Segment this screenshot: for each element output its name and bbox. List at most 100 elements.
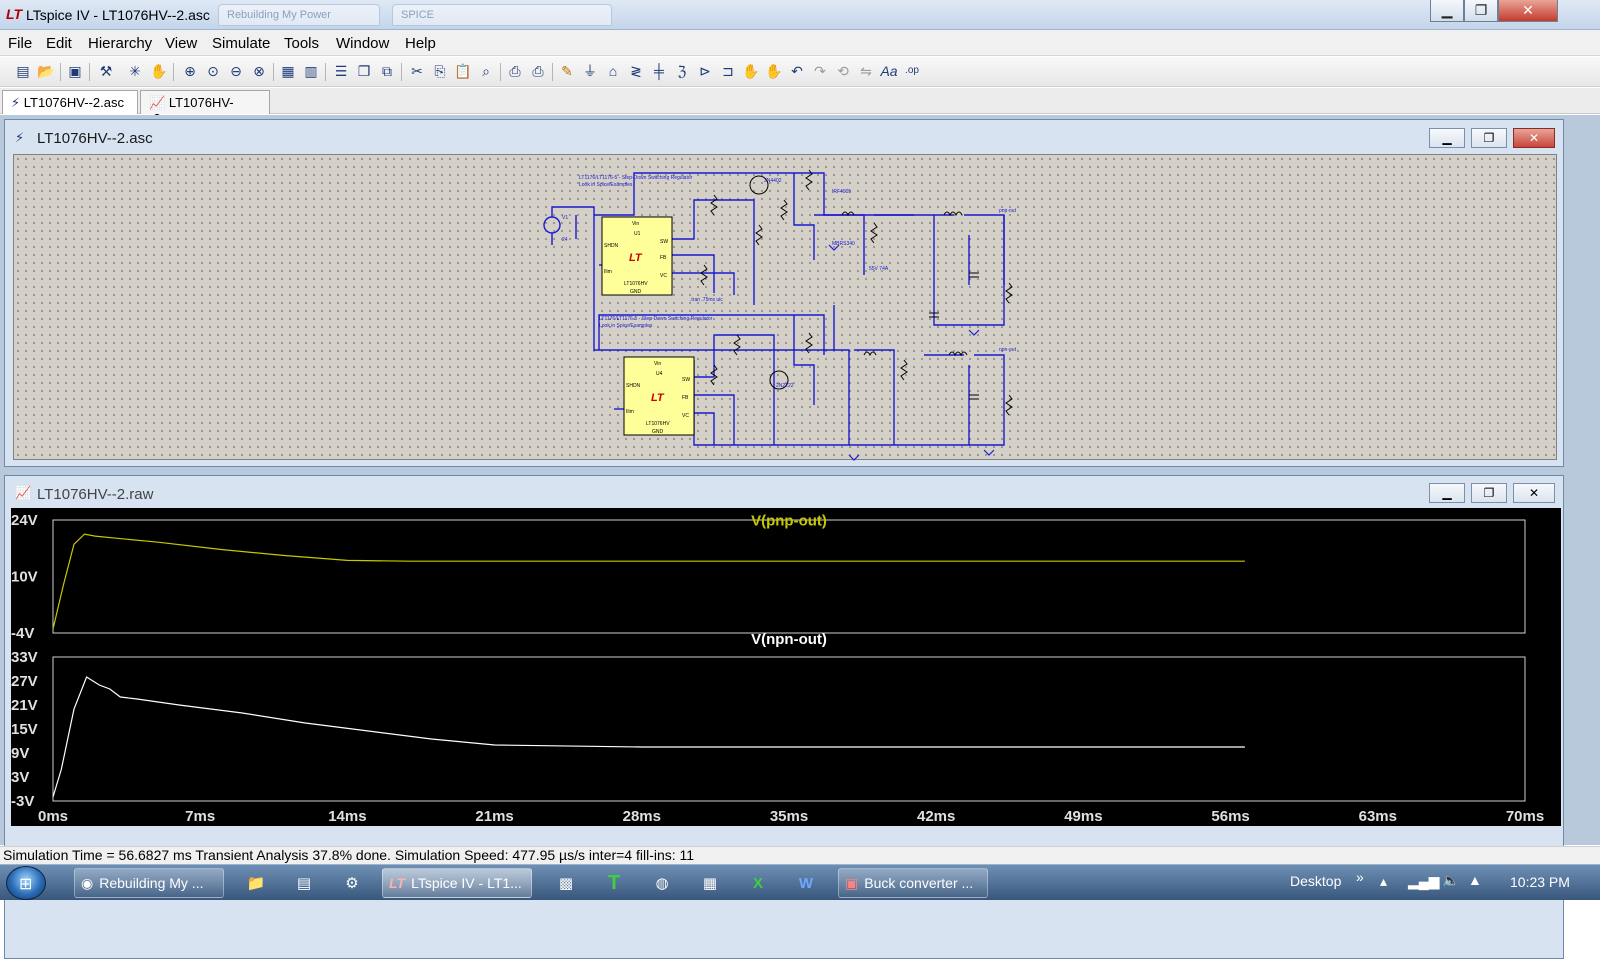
ic2-shdn: SHDN [626, 383, 641, 389]
ic1-ilim: Ilim [604, 269, 612, 275]
run-icon[interactable]: ✳ [126, 62, 144, 80]
ground-icon[interactable]: ⏚ [581, 62, 599, 80]
desktop-toolbar-label[interactable]: Desktop [1290, 873, 1341, 889]
volume-icon[interactable]: 🔈 [1442, 872, 1459, 889]
autorange-icon[interactable]: ▦ [279, 62, 297, 80]
diode-icon[interactable]: ⊳ [696, 62, 714, 80]
y-tick-label: 21V [11, 697, 38, 714]
inductor-icon[interactable]: ℨ [673, 62, 691, 80]
tool-icon[interactable]: ⚙ [334, 869, 370, 897]
tile-horizontal-icon[interactable]: ☰ [332, 62, 350, 80]
close-button[interactable]: ✕ [1498, 0, 1558, 22]
waveform-close-button[interactable]: ✕ [1513, 483, 1555, 503]
pdf-icon: ▣ [845, 874, 859, 891]
drag-icon[interactable]: ✋ [765, 62, 783, 80]
ic2-sw: SW [682, 377, 690, 383]
menu-file[interactable]: File [8, 35, 32, 52]
new-schematic-icon[interactable]: ▤ [14, 62, 32, 80]
menu-hierarchy[interactable]: Hierarchy [88, 35, 152, 52]
notepad-icon[interactable]: ▤ [286, 869, 322, 897]
schematic-canvas[interactable]: LT1176/LT1176-5 - Step-Down Switching Re… [13, 154, 1557, 461]
menu-help[interactable]: Help [405, 35, 436, 52]
waveform-plot-area[interactable]: V(pnp-out) V(npn-out) 24V 10V -4V 33V 27V 21V… [11, 508, 1561, 826]
redo-icon[interactable]: ↷ [811, 62, 829, 80]
schematic-minimize-button[interactable]: ▁ [1429, 128, 1465, 148]
ic2-ref: U4 [656, 371, 663, 377]
network-icon[interactable]: ▩ [548, 869, 584, 897]
tray-expand-icon[interactable]: ▴ [1380, 873, 1387, 890]
text-icon[interactable]: Aa [880, 62, 898, 80]
rotate-icon[interactable]: ⟲ [834, 62, 852, 80]
waveform-maximize-button[interactable]: ❐ [1471, 483, 1507, 503]
move-icon[interactable]: ✋ [742, 62, 760, 80]
toolbar-separator [173, 63, 174, 81]
x-tick-label: 42ms [917, 808, 955, 825]
background-tab[interactable]: SPICE [392, 4, 612, 26]
control-panel-icon[interactable]: ⚒ [97, 62, 115, 80]
resistor-icon[interactable]: ≷ [627, 62, 645, 80]
menu-window[interactable]: Window [336, 35, 389, 52]
folder-icon[interactable]: 📁 [238, 869, 274, 897]
pan-icon[interactable]: ✋ [150, 62, 168, 80]
minimize-button[interactable]: ▁ [1430, 0, 1464, 22]
open-icon[interactable]: 📂 [37, 62, 55, 80]
background-tab[interactable]: Rebuilding My Power [218, 4, 380, 26]
cut-icon[interactable]: ✂ [408, 62, 426, 80]
grid-icon[interactable]: ▥ [302, 62, 320, 80]
menu-edit[interactable]: Edit [46, 35, 72, 52]
find-icon[interactable]: ⌕ [477, 62, 495, 80]
trace-line-pnp[interactable] [52, 533, 1245, 630]
trace-line-npn[interactable] [52, 676, 1245, 798]
ic1-gnd: GND [630, 289, 642, 295]
trace-title-npn[interactable]: V(npn-out) [751, 631, 827, 648]
waveform-minimize-button[interactable]: ▁ [1429, 483, 1465, 503]
mirror-icon[interactable]: ⇋ [857, 62, 875, 80]
x-tick-label: 56ms [1211, 808, 1249, 825]
tile-vertical-icon[interactable]: ⧉ [378, 62, 396, 80]
print-icon[interactable]: ⎙ [529, 62, 547, 80]
trace-title-pnp[interactable]: V(pnp-out) [751, 512, 827, 529]
menu-view[interactable]: View [165, 35, 197, 52]
zoom-fit-icon[interactable]: ⊙ [204, 62, 222, 80]
wire-icon[interactable]: ✎ [558, 62, 576, 80]
schematic-maximize-button[interactable]: ❐ [1471, 128, 1507, 148]
taskbar-ltspice[interactable]: LT LTspice IV - LT1... [382, 868, 532, 898]
paste-icon[interactable]: 📋 [454, 62, 472, 80]
zoom-cancel-icon[interactable]: ⊗ [250, 62, 268, 80]
menu-simulate[interactable]: Simulate [212, 35, 270, 52]
menu-tools[interactable]: Tools [284, 35, 319, 52]
start-button[interactable]: ⊞ [6, 866, 46, 900]
copy-icon[interactable]: ⎘ [431, 62, 449, 80]
toolbar-chevron-icon[interactable]: » [1356, 869, 1364, 885]
y-tick-label: 3V [11, 769, 29, 786]
tab-schematic[interactable]: ⚡ LT1076HV--2.asc [2, 90, 138, 114]
signal-icon[interactable]: ▂▄▆ [1408, 873, 1439, 890]
t-app-icon[interactable]: T [596, 869, 632, 897]
spice-directive-icon[interactable]: .op [903, 62, 921, 80]
undo-icon[interactable]: ↶ [788, 62, 806, 80]
schematic-close-button[interactable]: ✕ [1513, 128, 1555, 148]
save-icon[interactable]: ▣ [66, 62, 84, 80]
drive-icon[interactable]: ▲ [1468, 872, 1482, 888]
restore-button[interactable]: ❐ [1464, 0, 1498, 22]
component-icon[interactable]: ⊐ [719, 62, 737, 80]
npn-net-label: npn-out [999, 347, 1017, 353]
clock[interactable]: 10:23 PM [1510, 874, 1570, 890]
sim-directive: .tran .75ms uic [690, 297, 723, 303]
tab-waveform[interactable]: 📈 LT1076HV--2.raw [140, 90, 270, 126]
app-icon[interactable]: ▦ [692, 869, 728, 897]
y-tick-label: -3V [11, 793, 34, 810]
taskbar-pdf[interactable]: ▣ Buck converter ... [838, 868, 988, 898]
print-preview-icon[interactable]: ⎙ [506, 62, 524, 80]
toolbar: ▤ 📂 ▣ ⚒ ✳ ✋ ⊕ ⊙ ⊖ ⊗ ▦ ▥ ☰ ❐ ⧉ ✂ ⎘ 📋 ⌕ ⎙ … [0, 57, 1600, 87]
word-icon[interactable]: W [788, 869, 824, 897]
taskbar-chrome[interactable]: ◉ Rebuilding My ... [74, 868, 224, 898]
zoom-in-icon[interactable]: ⊕ [181, 62, 199, 80]
globe-icon[interactable]: ◍ [644, 869, 680, 897]
excel-icon[interactable]: X [740, 869, 776, 897]
zoom-out-icon[interactable]: ⊖ [227, 62, 245, 80]
capacitor-icon[interactable]: ╪ [650, 62, 668, 80]
label-net-icon[interactable]: ⌂ [604, 62, 622, 80]
schematic-icon: ⚡ [11, 95, 21, 110]
cascade-icon[interactable]: ❐ [355, 62, 373, 80]
